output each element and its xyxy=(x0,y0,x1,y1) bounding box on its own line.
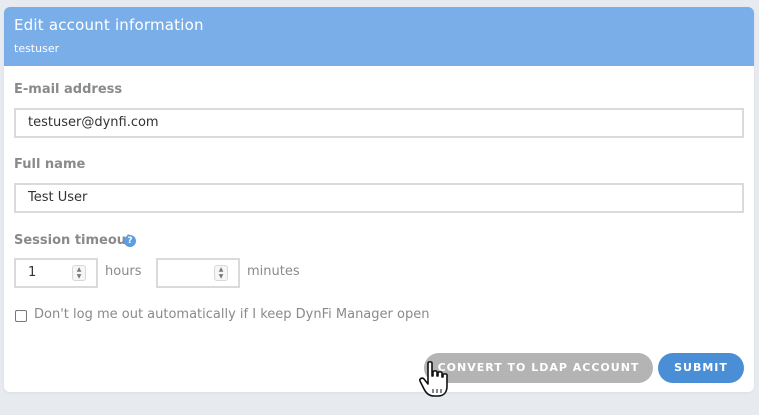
session-timeout-label: Session timeout xyxy=(14,233,133,248)
keep-logged-in-checkbox[interactable] xyxy=(15,310,27,322)
question-circle-icon[interactable]: ? xyxy=(124,235,136,247)
spinner-down-icon[interactable]: ▼ xyxy=(219,273,224,280)
fullname-field[interactable]: Test User xyxy=(14,183,744,213)
hours-input-value: 1 xyxy=(28,265,37,280)
fullname-label: Full name xyxy=(14,157,86,172)
edit-account-card: Edit account information testuser E-mail… xyxy=(4,7,754,392)
minutes-spinner[interactable]: ▲ ▼ xyxy=(214,265,228,281)
spinner-up-icon[interactable]: ▲ xyxy=(77,266,82,273)
hand-pointer-icon xyxy=(419,361,448,397)
convert-to-ldap-button[interactable]: CONVERT TO LDAP ACCOUNT xyxy=(424,353,653,383)
email-field[interactable]: testuser@dynfi.com xyxy=(14,108,744,138)
keep-logged-in-label[interactable]: Don't log me out automatically if I keep… xyxy=(34,307,429,322)
submit-button[interactable]: SUBMIT xyxy=(658,353,744,383)
email-label: E-mail address xyxy=(14,82,123,97)
fullname-field-value: Test User xyxy=(28,190,88,205)
minutes-input[interactable]: ▲ ▼ xyxy=(156,258,240,288)
spinner-down-icon[interactable]: ▼ xyxy=(77,273,82,280)
email-field-value: testuser@dynfi.com xyxy=(28,115,159,130)
hours-spinner[interactable]: ▲ ▼ xyxy=(72,265,86,281)
hours-input[interactable]: 1 ▲ ▼ xyxy=(14,258,98,288)
hours-unit-label: hours xyxy=(105,264,142,279)
minutes-unit-label: minutes xyxy=(247,264,300,279)
card-header: Edit account information testuser xyxy=(4,7,754,66)
card-title: Edit account information xyxy=(14,16,204,34)
spinner-up-icon[interactable]: ▲ xyxy=(219,266,224,273)
card-subtitle: testuser xyxy=(14,42,60,55)
